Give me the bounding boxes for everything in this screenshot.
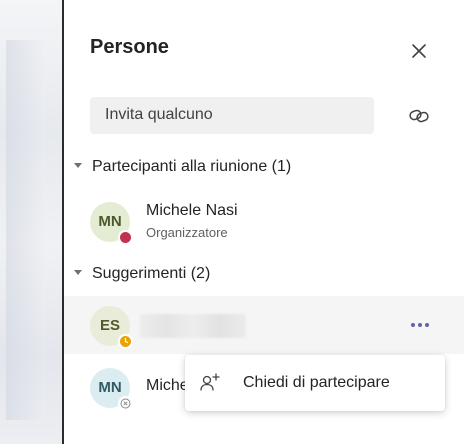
person-name: Miche (146, 377, 189, 394)
caret-down-icon (74, 163, 82, 169)
section-participants-header[interactable]: Partecipanti alla riunione (1) (72, 158, 291, 176)
section-label: Suggerimenti (2) (92, 265, 211, 282)
panel-title: Persone (90, 36, 169, 58)
ask-to-join-menu-item[interactable]: Chiedi di partecipare (185, 355, 445, 411)
participant-row[interactable]: MN Michele Nasi Organizzatore (64, 192, 464, 250)
caret-down-icon (74, 270, 82, 276)
invite-placeholder: Invita qualcuno (105, 106, 213, 123)
away-status-icon (118, 334, 133, 349)
avatar: MN (90, 202, 133, 245)
background-video-strip (0, 0, 64, 444)
redacted-name (140, 314, 246, 338)
invite-input[interactable]: Invita qualcuno (90, 97, 374, 134)
link-icon (409, 109, 429, 123)
menu-item-label: Chiedi di partecipare (243, 374, 390, 391)
avatar: MN (90, 368, 133, 411)
offline-status-icon (118, 396, 133, 411)
section-label: Partecipanti alla riunione (1) (92, 158, 292, 175)
add-person-icon (200, 373, 220, 391)
avatar: ES (90, 306, 133, 349)
more-icon (411, 323, 429, 327)
more-options-button[interactable] (407, 312, 433, 338)
close-button[interactable] (406, 38, 432, 64)
copy-link-button[interactable] (406, 103, 432, 129)
section-suggestions-header[interactable]: Suggerimenti (2) (72, 265, 210, 283)
person-name: Michele Nasi (146, 202, 238, 219)
busy-status-icon (118, 230, 133, 245)
person-role: Organizzatore (146, 225, 228, 240)
close-icon (412, 44, 426, 58)
suggestion-row[interactable]: ES (64, 296, 464, 354)
